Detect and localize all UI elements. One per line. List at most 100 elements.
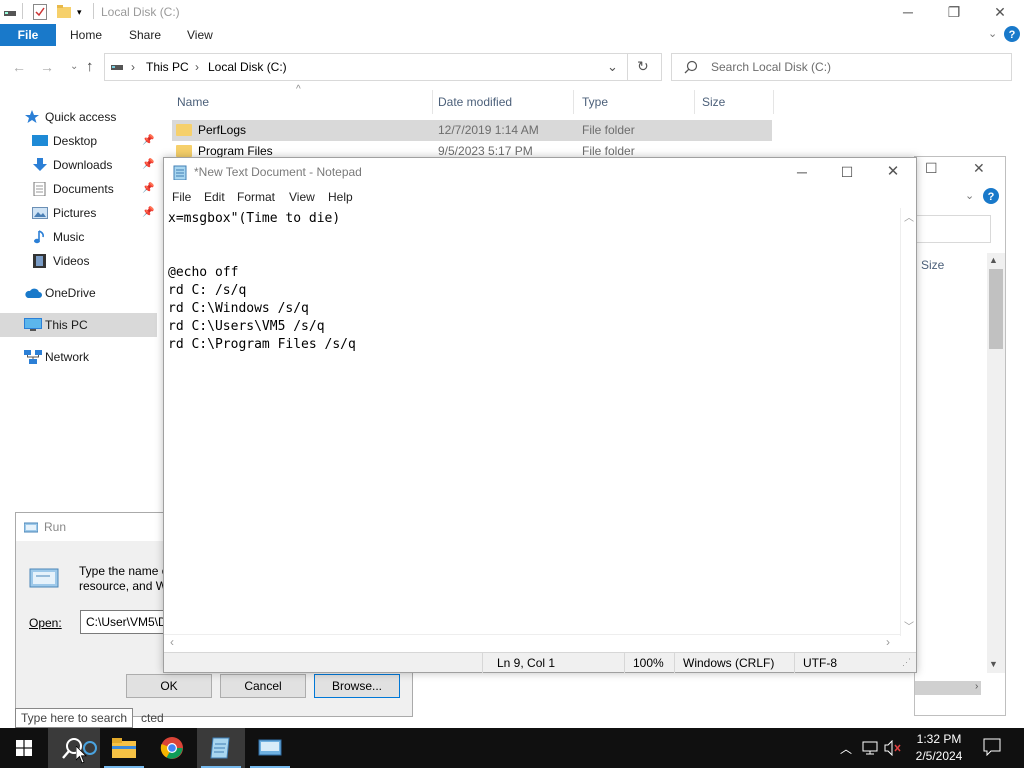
- properties-icon[interactable]: [33, 4, 47, 20]
- run-app-icon: [24, 520, 38, 534]
- search-taskbar-button[interactable]: [48, 728, 100, 768]
- scroll-up-arrow-icon[interactable]: ▲: [989, 255, 998, 265]
- clock-date[interactable]: 2/5/2024: [910, 749, 968, 763]
- column-header-size[interactable]: Size: [694, 90, 774, 114]
- file-explorer-taskbar-button[interactable]: [100, 728, 148, 768]
- explorer-titlebar: ▾ Local Disk (C:) ─ ❐ ✕: [0, 0, 1024, 24]
- file-row[interactable]: PerfLogs 12/7/2019 1:14 AM File folder: [172, 120, 772, 141]
- clock-time[interactable]: 1:32 PM: [915, 732, 963, 746]
- close-button[interactable]: ✕: [870, 160, 916, 184]
- back-arrow-icon[interactable]: ←: [12, 59, 26, 75]
- refresh-icon[interactable]: ↻: [637, 58, 649, 75]
- browse-button[interactable]: Browse...: [314, 674, 400, 698]
- notification-icon[interactable]: [983, 738, 1001, 756]
- column-header-date-modified[interactable]: Date modified: [430, 90, 574, 114]
- column-header-size[interactable]: Size: [921, 258, 944, 272]
- start-button[interactable]: [0, 728, 48, 768]
- ribbon-tab-share[interactable]: Share: [129, 24, 161, 46]
- vertical-scrollbar[interactable]: ▲ ▼: [987, 253, 1005, 673]
- chrome-taskbar-button[interactable]: [148, 728, 196, 768]
- menu-edit[interactable]: Edit: [204, 190, 225, 204]
- horizontal-scrollbar-thumb[interactable]: [915, 681, 981, 695]
- close-button[interactable]: ✕: [977, 0, 1023, 24]
- network-tray-icon[interactable]: [862, 740, 880, 756]
- scroll-right-arrow-icon[interactable]: ›: [975, 681, 978, 692]
- column-header-name[interactable]: Name: [169, 90, 433, 114]
- maximize-button[interactable]: ☐: [824, 160, 870, 184]
- minimize-button[interactable]: ─: [885, 0, 931, 24]
- ribbon-tab-home[interactable]: Home: [70, 24, 102, 46]
- nav-item-music[interactable]: Music: [0, 226, 157, 248]
- open-label: Open:: [29, 616, 62, 630]
- recent-locations-chevron-icon[interactable]: ⌄: [70, 61, 78, 72]
- zoom-level: 100%: [633, 656, 664, 670]
- new-folder-icon[interactable]: [57, 5, 71, 18]
- close-button[interactable]: ✕: [973, 160, 985, 177]
- nav-label: Quick access: [45, 110, 117, 124]
- notepad-taskbar-button[interactable]: [197, 728, 245, 768]
- menu-view[interactable]: View: [289, 190, 315, 204]
- music-icon: [32, 230, 48, 244]
- vertical-scrollbar[interactable]: ︿ ﹀: [900, 208, 916, 636]
- scroll-down-arrow-icon[interactable]: ▼: [989, 659, 998, 669]
- ok-button[interactable]: OK: [126, 674, 212, 698]
- breadcrumb-this-pc[interactable]: This PC: [146, 60, 189, 74]
- address-dropdown-chevron-icon[interactable]: ⌄: [607, 59, 618, 75]
- scroll-down-arrow-icon[interactable]: ﹀: [904, 618, 914, 633]
- column-header-type[interactable]: Type: [574, 90, 695, 114]
- expand-ribbon-chevron-icon[interactable]: ⌄: [965, 189, 974, 202]
- nav-item-documents[interactable]: Documents 📌: [0, 178, 157, 200]
- scroll-right-arrow-icon[interactable]: ›: [886, 635, 890, 649]
- menu-format[interactable]: Format: [237, 190, 275, 204]
- dialog-title: Run: [44, 520, 67, 534]
- nav-label: Videos: [53, 254, 90, 268]
- ribbon-tab-view[interactable]: View: [187, 24, 213, 46]
- nav-item-quick-access[interactable]: Quick access: [0, 106, 157, 128]
- horizontal-scrollbar[interactable]: ‹ ›: [164, 634, 900, 650]
- chevron-up-icon[interactable]: ︿: [840, 740, 852, 757]
- cancel-button[interactable]: Cancel: [220, 674, 306, 698]
- nav-item-onedrive[interactable]: OneDrive: [0, 282, 157, 304]
- breadcrumb-local-disk[interactable]: Local Disk (C:): [208, 60, 287, 74]
- search-field[interactable]: [915, 215, 991, 243]
- file-name: PerfLogs: [198, 123, 247, 137]
- run-icon: [258, 738, 282, 758]
- search-tooltip: Type here to search: [15, 708, 134, 728]
- help-icon[interactable]: ?: [983, 188, 999, 204]
- run-taskbar-button[interactable]: [246, 728, 294, 768]
- nav-item-pictures[interactable]: Pictures 📌: [0, 202, 157, 224]
- maximize-button[interactable]: ☐: [925, 160, 938, 177]
- volume-muted-icon[interactable]: [884, 740, 902, 756]
- documents-icon: [32, 182, 48, 196]
- resize-grip-icon[interactable]: ⋰: [902, 657, 911, 668]
- status-divider: [674, 653, 675, 673]
- scrollbar-thumb[interactable]: [989, 269, 1003, 349]
- nav-label: Network: [45, 350, 90, 364]
- pin-icon: 📌: [142, 183, 155, 194]
- nav-item-videos[interactable]: Videos: [0, 250, 157, 272]
- scroll-up-arrow-icon[interactable]: ︿: [904, 209, 914, 224]
- scroll-left-arrow-icon[interactable]: ‹: [170, 635, 174, 649]
- this-pc-small-icon: [111, 61, 125, 73]
- customize-toolbar-chevron-icon[interactable]: ▾: [77, 7, 82, 18]
- notepad-icon: [209, 736, 231, 760]
- up-arrow-icon[interactable]: ↑: [86, 58, 94, 75]
- address-bar[interactable]: › This PC › Local Disk (C:) ⌄ ↻: [104, 53, 662, 81]
- forward-arrow-icon[interactable]: →: [40, 59, 54, 75]
- nav-item-network[interactable]: Network: [0, 346, 157, 368]
- help-icon[interactable]: ?: [1004, 26, 1020, 42]
- menu-help[interactable]: Help: [328, 190, 353, 204]
- ribbon-tab-file[interactable]: File: [0, 24, 56, 46]
- nav-item-this-pc[interactable]: This PC: [0, 313, 157, 337]
- minimize-button[interactable]: ─: [779, 160, 825, 184]
- nav-item-downloads[interactable]: Downloads 📌: [0, 154, 157, 176]
- expand-ribbon-chevron-icon[interactable]: ⌄: [988, 27, 997, 40]
- mouse-cursor-icon: [76, 746, 88, 764]
- run-open-input[interactable]: C:\User\VM5\D: [80, 610, 170, 634]
- taskbar: ︿: [0, 728, 1024, 768]
- nav-item-desktop[interactable]: Desktop 📌: [0, 130, 157, 152]
- notepad-text-area[interactable]: x=msgbox"(Time to die) @echo off rd C: /…: [164, 208, 900, 636]
- svg-text:?: ?: [988, 191, 995, 203]
- maximize-button[interactable]: ❐: [931, 0, 977, 24]
- menu-file[interactable]: File: [172, 190, 191, 204]
